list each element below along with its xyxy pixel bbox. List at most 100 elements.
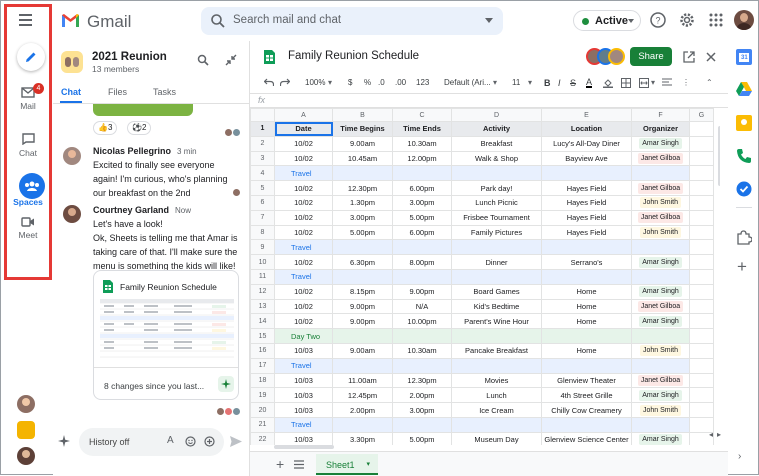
select-all-corner[interactable] bbox=[250, 108, 275, 122]
fill-color-icon[interactable] bbox=[603, 78, 613, 88]
section-label-cell[interactable]: Travel bbox=[274, 165, 333, 182]
table-cell[interactable]: Kid's Bedtime bbox=[451, 298, 542, 315]
tab-files[interactable]: Files bbox=[108, 87, 127, 97]
section-label-cell[interactable]: Day Two bbox=[274, 328, 333, 344]
organizer-cell[interactable]: Amar Singh bbox=[631, 313, 690, 330]
table-cell[interactable]: 3.00pm bbox=[392, 194, 452, 211]
row-header[interactable]: 6 bbox=[250, 194, 275, 211]
table-cell[interactable]: 9.00pm bbox=[392, 283, 452, 300]
header-cell[interactable]: Time Ends bbox=[392, 121, 452, 137]
row-header[interactable]: 2 bbox=[250, 135, 275, 152]
table-cell[interactable]: Hayes Field bbox=[541, 224, 632, 241]
table-cell[interactable]: Ice Cream bbox=[451, 402, 542, 418]
emoji-icon[interactable] bbox=[185, 436, 196, 447]
collapse-arrows-icon[interactable] bbox=[225, 54, 237, 66]
section-fill-cell[interactable] bbox=[451, 268, 542, 285]
empty-cell[interactable] bbox=[689, 165, 714, 182]
table-cell[interactable]: Dinner bbox=[451, 254, 542, 270]
font-size-select[interactable]: 11 bbox=[512, 78, 520, 87]
section-fill-cell[interactable] bbox=[392, 328, 452, 344]
shared-photo[interactable] bbox=[93, 104, 193, 116]
section-label-cell[interactable]: Travel bbox=[274, 268, 333, 285]
row-header[interactable]: 7 bbox=[250, 209, 275, 226]
empty-cell[interactable] bbox=[689, 313, 714, 330]
section-fill-cell[interactable] bbox=[392, 165, 452, 182]
table-cell[interactable]: 9.00am bbox=[332, 342, 393, 359]
row-header[interactable]: 17 bbox=[250, 357, 275, 374]
section-fill-cell[interactable] bbox=[631, 239, 690, 256]
row-header[interactable]: 13 bbox=[250, 298, 275, 315]
search-bar[interactable]: Search mail and chat bbox=[201, 7, 503, 35]
table-cell[interactable]: Home bbox=[541, 283, 632, 300]
sparkle-icon[interactable] bbox=[58, 435, 70, 447]
table-cell[interactable]: Family Pictures bbox=[451, 224, 542, 241]
redo-icon[interactable] bbox=[280, 78, 290, 87]
empty-cell[interactable] bbox=[689, 224, 714, 241]
table-cell[interactable]: Board Games bbox=[451, 283, 542, 300]
row-header[interactable]: 15 bbox=[250, 328, 275, 344]
merge-cells-icon[interactable] bbox=[639, 78, 649, 88]
table-cell[interactable]: 9.00pm bbox=[332, 313, 393, 330]
row-header[interactable]: 20 bbox=[250, 402, 275, 418]
contacts-phone-icon[interactable] bbox=[736, 148, 752, 164]
align-icon[interactable] bbox=[662, 78, 672, 88]
table-cell[interactable]: 6.30pm bbox=[332, 254, 393, 270]
table-cell[interactable]: Glenview Science Center bbox=[541, 431, 632, 445]
table-cell[interactable]: Movies bbox=[451, 372, 542, 389]
row-header[interactable]: 8 bbox=[250, 224, 275, 241]
column-header[interactable]: F bbox=[631, 108, 690, 122]
table-cell[interactable]: 5.00pm bbox=[332, 224, 393, 241]
organizer-cell[interactable]: John Smith bbox=[631, 224, 690, 241]
table-cell[interactable]: Breakfast bbox=[451, 135, 542, 152]
formula-bar[interactable]: fx bbox=[250, 93, 728, 108]
search-icon[interactable] bbox=[197, 54, 209, 66]
table-cell[interactable]: 3.00pm bbox=[392, 402, 452, 418]
search-options-icon[interactable] bbox=[485, 18, 493, 23]
strikethrough-icon[interactable]: S bbox=[570, 78, 576, 88]
table-cell[interactable]: 5.00pm bbox=[392, 209, 452, 226]
drive-icon[interactable] bbox=[736, 81, 752, 97]
compose-button[interactable] bbox=[17, 43, 45, 71]
table-cell[interactable]: 6.00pm bbox=[392, 180, 452, 196]
header-cell[interactable]: Location bbox=[541, 121, 632, 137]
increase-decimal-button[interactable]: .00 bbox=[395, 78, 406, 87]
scroll-left-icon[interactable]: ◂ bbox=[709, 430, 713, 439]
section-fill-cell[interactable] bbox=[332, 239, 393, 256]
section-fill-cell[interactable] bbox=[541, 239, 632, 256]
section-fill-cell[interactable] bbox=[332, 268, 393, 285]
table-cell[interactable]: 12.00pm bbox=[392, 150, 452, 167]
row-header[interactable]: 16 bbox=[250, 342, 275, 359]
empty-cell[interactable] bbox=[689, 254, 714, 270]
section-fill-cell[interactable] bbox=[631, 328, 690, 344]
more-options-icon[interactable]: ⋮ bbox=[682, 78, 690, 87]
table-cell[interactable]: 10/03 bbox=[274, 387, 333, 404]
table-cell[interactable]: 10/02 bbox=[274, 150, 333, 167]
table-cell[interactable]: Pancake Breakfast bbox=[451, 342, 542, 359]
font-select[interactable]: Default (Ari... bbox=[444, 78, 491, 87]
row-header[interactable]: 5 bbox=[250, 180, 275, 196]
empty-cell[interactable] bbox=[689, 402, 714, 418]
add-attachment-icon[interactable] bbox=[204, 436, 215, 447]
percent-format-button[interactable]: % bbox=[364, 78, 371, 87]
organizer-cell[interactable]: Janet Gilboa bbox=[631, 180, 690, 196]
section-fill-cell[interactable] bbox=[451, 165, 542, 182]
table-cell[interactable]: 10/02 bbox=[274, 209, 333, 226]
section-fill-cell[interactable] bbox=[332, 328, 393, 344]
column-header[interactable]: E bbox=[541, 108, 632, 122]
collapse-toolbar-icon[interactable]: ⌃ bbox=[706, 78, 713, 87]
tab-tasks[interactable]: Tasks bbox=[153, 87, 176, 97]
organizer-cell[interactable]: Janet Gilboa bbox=[631, 209, 690, 226]
section-fill-cell[interactable] bbox=[332, 357, 393, 374]
table-cell[interactable]: 10/03 bbox=[274, 431, 333, 445]
table-cell[interactable]: 5.00pm bbox=[392, 431, 452, 445]
text-color-icon[interactable]: A bbox=[586, 78, 593, 88]
text-format-icon[interactable]: A bbox=[167, 435, 174, 446]
table-cell[interactable]: 9.00pm bbox=[332, 298, 393, 315]
table-cell[interactable]: Lunch Picnic bbox=[451, 194, 542, 211]
tab-chat[interactable]: Chat bbox=[61, 87, 81, 97]
add-sheet-icon[interactable]: + bbox=[276, 456, 284, 472]
table-cell[interactable]: Home bbox=[541, 342, 632, 359]
table-cell[interactable]: Bayview Ave bbox=[541, 150, 632, 167]
table-cell[interactable]: 10/03 bbox=[274, 372, 333, 389]
empty-cell[interactable] bbox=[689, 209, 714, 226]
